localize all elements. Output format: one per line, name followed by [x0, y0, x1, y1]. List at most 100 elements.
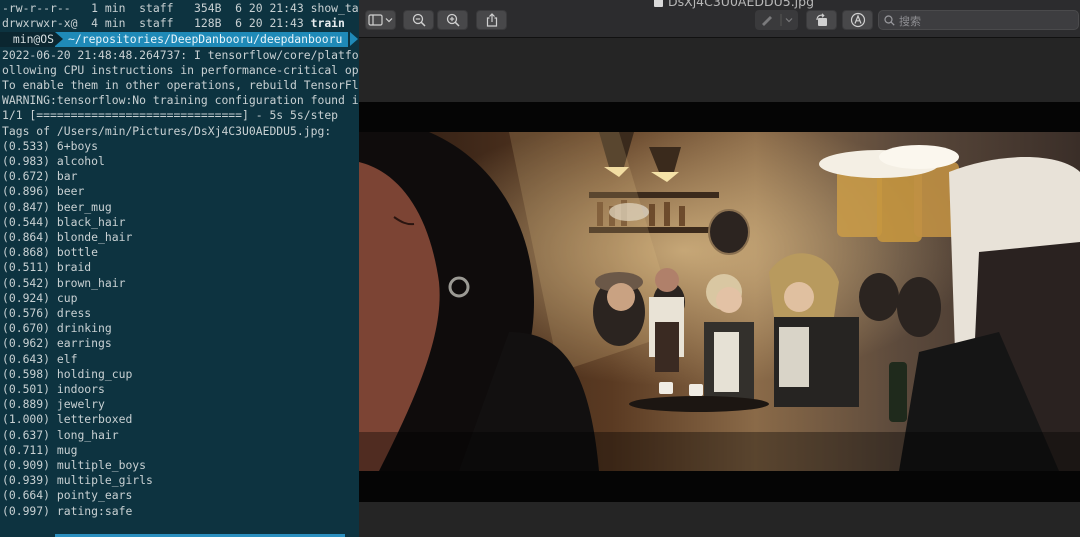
image-viewer[interactable]: [359, 38, 1080, 537]
tag-name: drinking: [56, 321, 112, 336]
tag-name: indoors: [56, 381, 105, 396]
ls-line: drwxrwxr-x@ 4 min staff 128B 6 20 21:43 …: [2, 16, 345, 31]
tag-score: (0.643): [2, 351, 51, 366]
markup-pen-icon: [761, 14, 792, 26]
tag-name: long_hair: [56, 427, 119, 442]
tag-name: braid: [56, 260, 92, 275]
tag-name: holding_cup: [56, 366, 133, 381]
log-line: WARNING:tensorflow:No training configura…: [2, 93, 359, 108]
search-icon: [884, 15, 895, 26]
tag-score: (0.598): [2, 366, 51, 381]
tag-name: bar: [56, 169, 78, 184]
tag-row: (0.664) pointy_ears: [2, 488, 132, 503]
tag-name: 6+boys: [56, 138, 99, 153]
search-field[interactable]: 搜索: [878, 10, 1079, 30]
ls-line-text: drwxrwxr-x@ 4 min staff 128B 6 20 21:43: [2, 16, 311, 30]
tag-name: multiple_girls: [56, 473, 153, 488]
tag-score: (0.864): [2, 229, 51, 244]
log-line: To enable them in other operations, rebu…: [2, 77, 359, 92]
ls-dir-name: train: [310, 16, 345, 30]
tag-row: (0.962) earrings: [2, 336, 112, 351]
window-title-text: DsXj4C3U0AEDDU5.jpg: [668, 0, 815, 9]
sidebar-icon: [367, 14, 392, 26]
tag-row: (0.896) beer: [2, 184, 84, 199]
zoom-in-icon: [446, 13, 460, 27]
shell-prompt: min@OS ~/repositories/DeepDanbooru/deepd…: [0, 32, 359, 47]
prompt-path: ~/repositories/DeepDanbooru/deepdanbooru: [55, 32, 349, 47]
rotate-button[interactable]: [806, 10, 837, 30]
tag-score: (0.542): [2, 275, 51, 290]
tag-score: (0.847): [2, 199, 51, 214]
tag-score: (0.939): [2, 473, 51, 488]
tag-name: earrings: [56, 336, 112, 351]
markup-button[interactable]: [755, 10, 798, 30]
tag-name: jewelry: [56, 397, 105, 412]
zoom-out-icon: [412, 13, 426, 27]
tag-name: bottle: [56, 245, 99, 260]
tag-name: blonde_hair: [56, 229, 133, 244]
tag-name: beer: [56, 184, 85, 199]
ls-line: -rw-r--r-- 1 min staff 354B 6 20 21:43 s…: [2, 1, 359, 15]
zoom-out-button[interactable]: [403, 10, 434, 30]
tag-score: (0.909): [2, 457, 51, 472]
tag-row: (0.983) alcohol: [2, 154, 105, 169]
tag-name: dress: [56, 305, 92, 320]
tag-name: brown_hair: [56, 275, 126, 290]
tag-score: (0.868): [2, 245, 51, 260]
tag-name: alcohol: [56, 153, 105, 168]
tag-row: (0.711) mug: [2, 443, 77, 458]
letterboxed-image: [359, 102, 1080, 502]
tag-name: cup: [56, 290, 78, 305]
tag-row: (0.544) black_hair: [2, 215, 125, 230]
tag-name: multiple_boys: [56, 457, 147, 472]
tag-row: (0.637) long_hair: [2, 428, 119, 443]
tag-score: (0.962): [2, 336, 51, 351]
tag-row: (0.511) braid: [2, 260, 91, 275]
rotate-icon: [815, 13, 827, 26]
tag-score: (0.637): [2, 427, 51, 442]
log-line: 1/1 [==============================] - 5…: [2, 108, 339, 123]
share-button[interactable]: [476, 10, 507, 30]
log-line: Tags of /Users/min/Pictures/DsXj4C3U0AED…: [2, 123, 332, 138]
zoom-in-button[interactable]: [437, 10, 468, 30]
tag-score: (0.544): [2, 214, 51, 229]
tag-score: (0.576): [2, 305, 51, 320]
tag-score: (1.000): [2, 412, 51, 427]
annotate-icon: [850, 12, 865, 28]
illustration-image: [359, 132, 1080, 471]
annotate-button[interactable]: [842, 10, 873, 30]
share-icon: [486, 13, 497, 27]
tag-score: (0.501): [2, 381, 51, 396]
tag-row: (0.501) indoors: [2, 382, 105, 397]
log-line: ollowing CPU instructions in performance…: [2, 62, 359, 77]
prompt-user: min@OS: [0, 32, 61, 47]
tag-row: (0.868) bottle: [2, 245, 98, 260]
tag-score: (0.983): [2, 153, 51, 168]
tag-name: letterboxed: [56, 412, 133, 427]
tag-score: (0.997): [2, 503, 51, 518]
tag-row: (0.672) bar: [2, 169, 77, 184]
tag-score: (0.711): [2, 442, 51, 457]
tag-row: (0.924) cup: [2, 291, 77, 306]
tag-name: beer_mug: [56, 199, 112, 214]
tag-row: (0.598) holding_cup: [2, 367, 132, 382]
tag-row: (0.997) rating:safe: [2, 504, 132, 519]
tag-name: pointy_ears: [56, 488, 133, 503]
terminal-window[interactable]: -rw-r--r-- 1 min staff 354B 6 20 21:43 s…: [0, 0, 359, 537]
tag-score: (0.533): [2, 138, 51, 153]
tag-score: (0.924): [2, 290, 51, 305]
tag-score: (0.670): [2, 321, 51, 336]
tag-name: mug: [56, 442, 78, 457]
tag-score: (0.889): [2, 397, 51, 412]
tag-row: (1.000) letterboxed: [2, 412, 132, 427]
tag-score: (0.664): [2, 488, 51, 503]
tag-row: (0.847) beer_mug: [2, 200, 112, 215]
window-title: DsXj4C3U0AEDDU5.jpg: [654, 0, 814, 9]
tag-score: (0.672): [2, 169, 51, 184]
file-icon: [654, 0, 663, 7]
tavern-illustration: [359, 132, 1080, 471]
tag-row: (0.643) elf: [2, 352, 77, 367]
sidebar-toggle-button[interactable]: [365, 10, 396, 30]
tag-row: (0.889) jewelry: [2, 397, 105, 412]
tag-name: black_hair: [56, 214, 126, 229]
